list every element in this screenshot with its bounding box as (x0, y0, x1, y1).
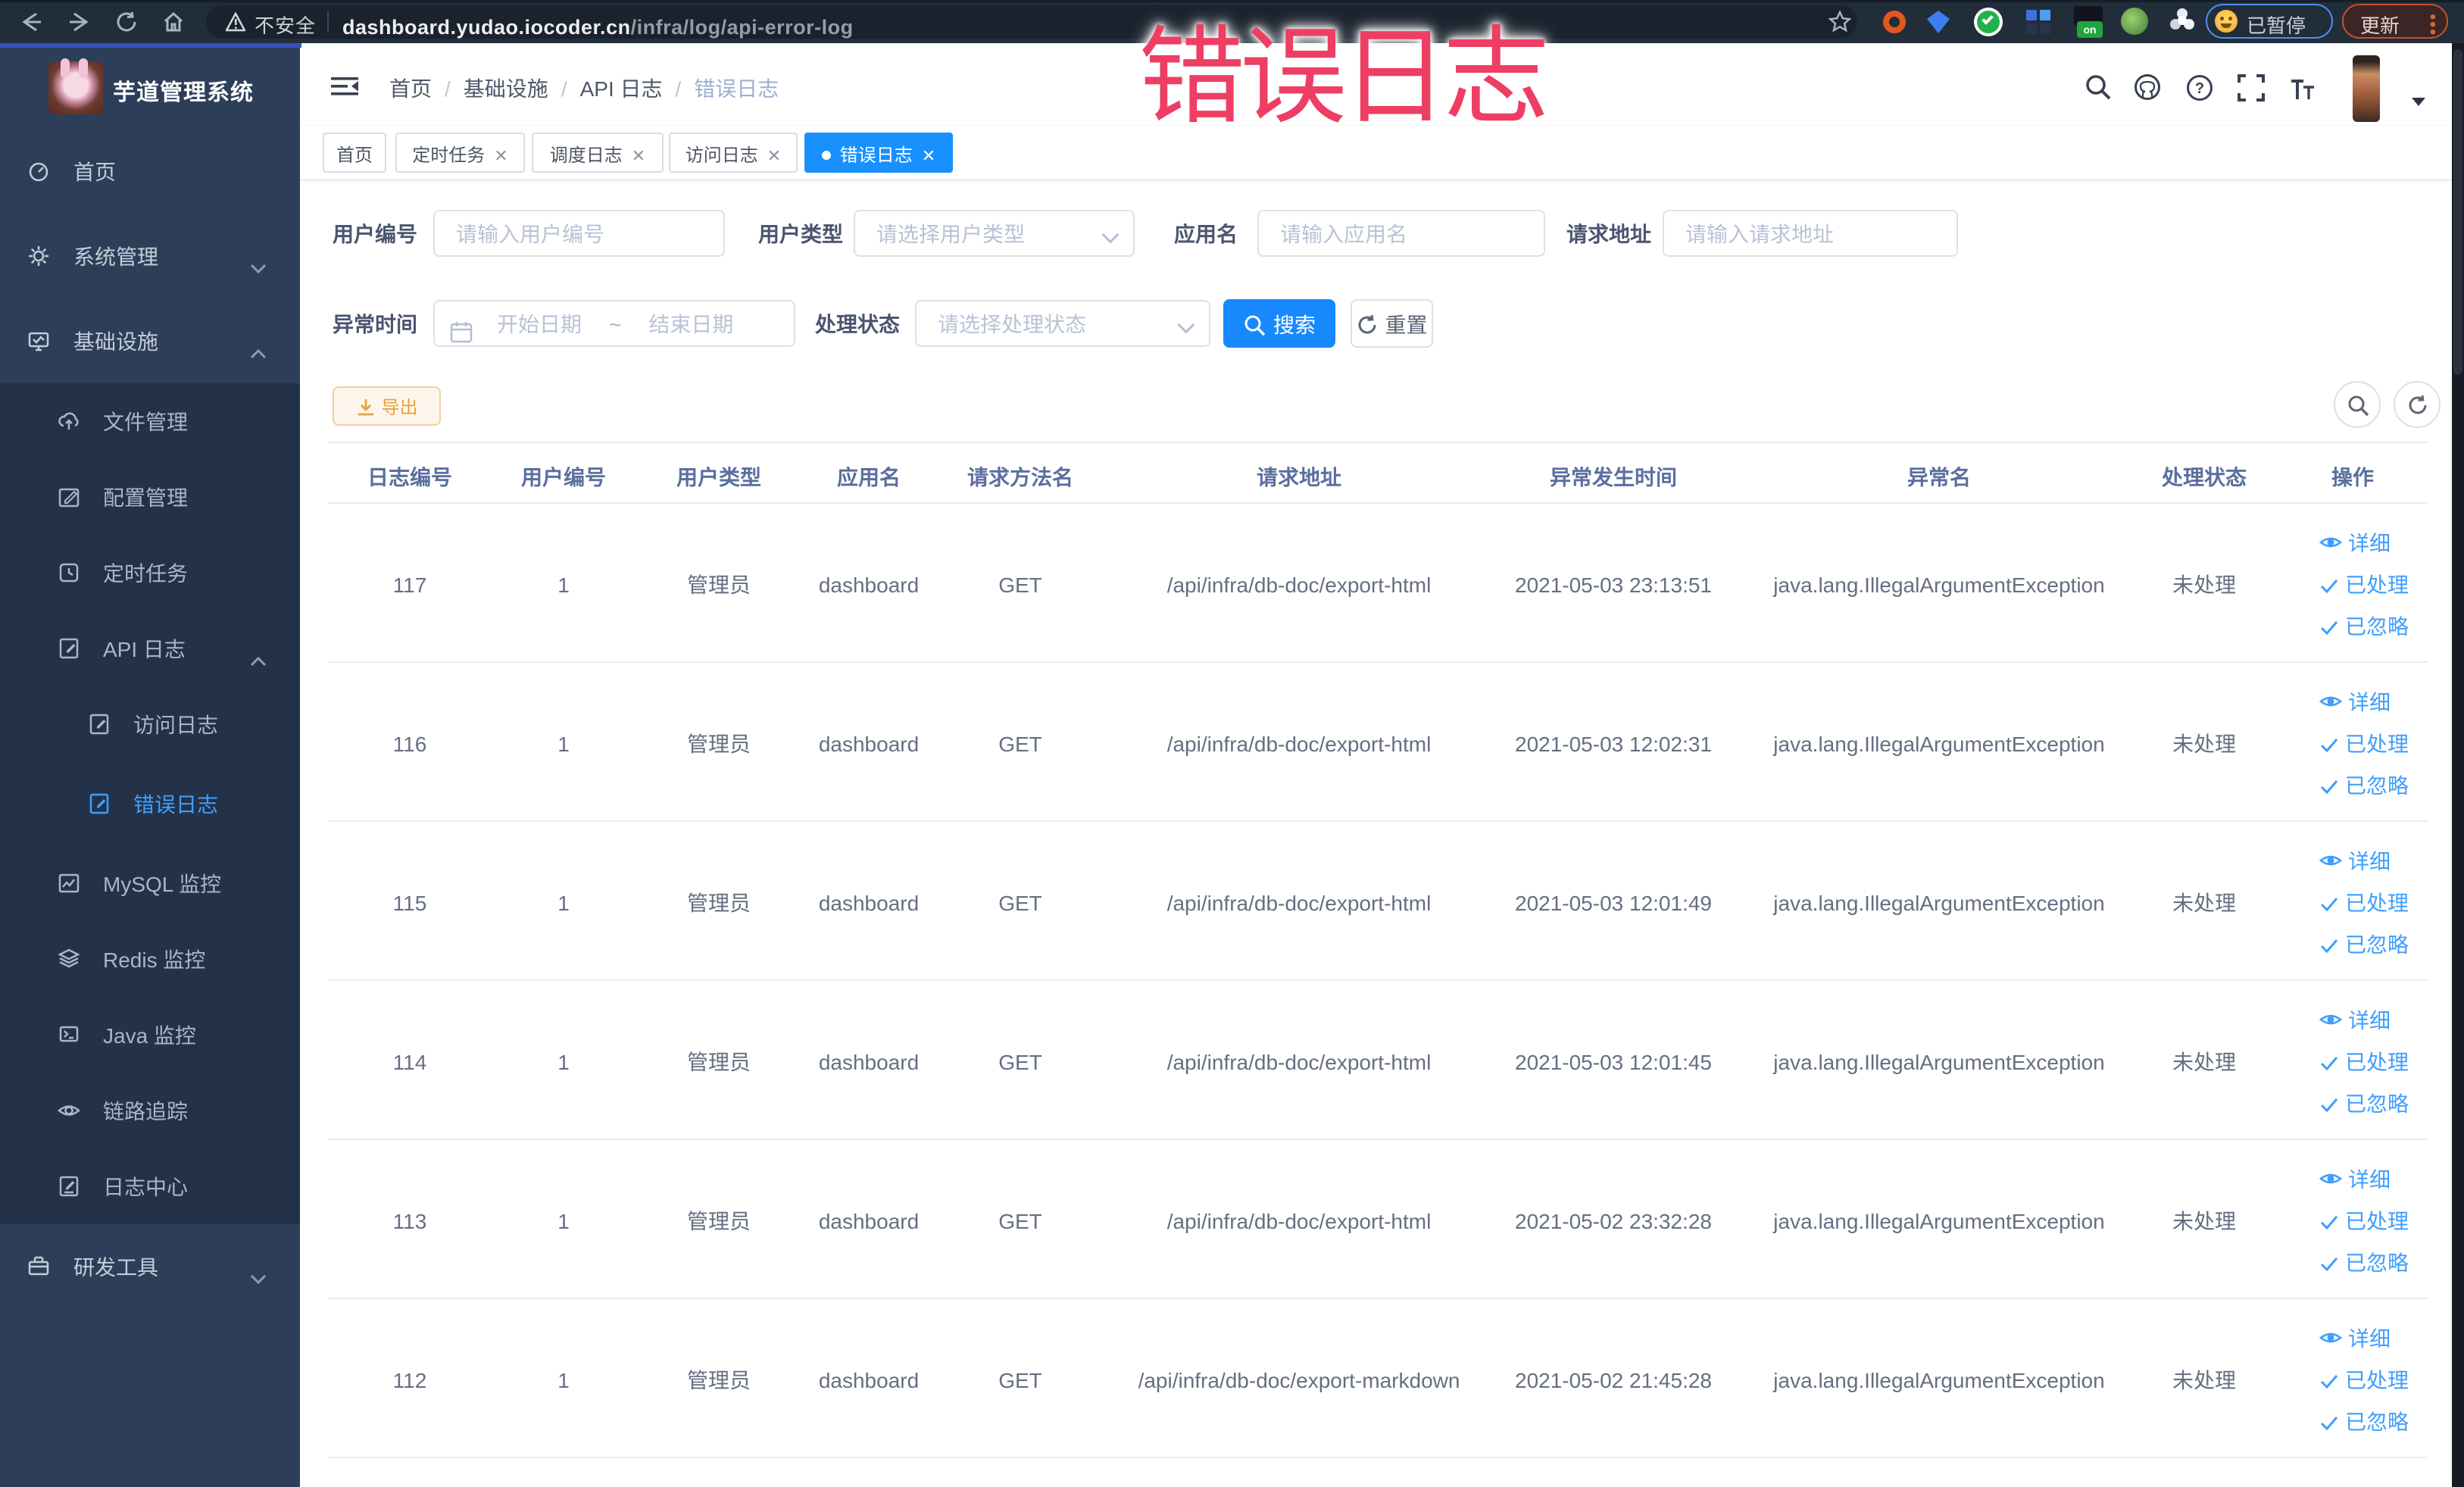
svg-text:?: ? (2195, 80, 2204, 97)
